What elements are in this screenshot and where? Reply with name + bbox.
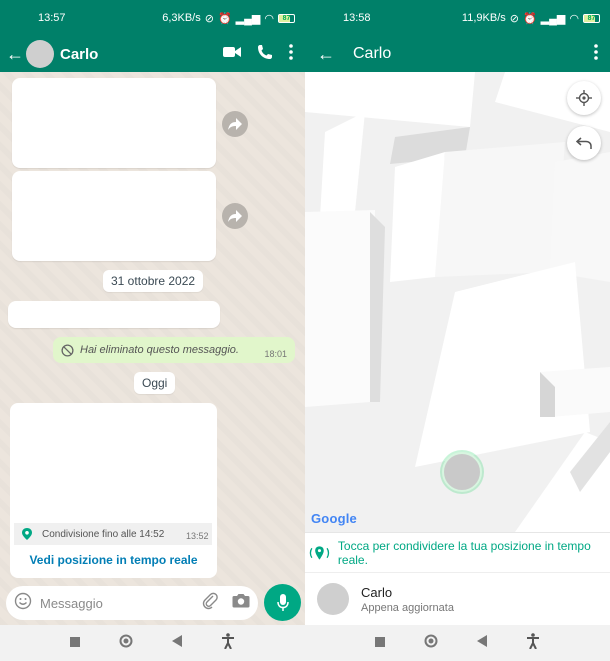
recents-button[interactable] [374,634,385,652]
battery-level: 87 [587,14,596,22]
system-nav-bar [0,625,305,661]
avatar [317,583,349,615]
system-nav-bar [305,625,610,661]
undo-icon [576,137,592,149]
location-pin-icon [22,528,32,540]
location-header: ← Carlo [305,36,610,72]
media-message[interactable] [12,78,216,168]
more-vert-icon[interactable] [594,43,598,65]
message-time: 18:01 [264,349,287,359]
battery-icon: 87 [278,13,295,23]
wifi-icon: ◠ [569,12,579,25]
network-speed: 6,3KB/s [162,12,201,24]
status-time: 13:58 [343,12,371,24]
my-location-button[interactable] [567,81,601,115]
status-bar: 13:57 6,3KB/s ⊘ ⏰ ▂▄▆ ◠ 87 [0,0,305,36]
back-arrow-icon[interactable]: ← [315,44,337,65]
live-location-screen: 13:58 11,9KB/s ⊘ ⏰ ▂▄▆ ◠ 87 ← Carlo Goog… [305,0,610,661]
phone-icon[interactable] [257,44,273,65]
accessibility-icon[interactable] [526,632,540,654]
live-map[interactable]: Google [305,72,610,532]
mic-button[interactable] [264,584,301,621]
deleted-message[interactable]: Hai eliminato questo messaggio. 18:01 [53,337,295,363]
battery-level: 87 [282,14,291,22]
live-location-message[interactable]: Condivisione fino alle 14:52 13:52 Vedi … [10,403,217,578]
message-input[interactable] [40,595,202,611]
date-chip: 31 ottobre 2022 [103,270,204,292]
undo-button[interactable] [567,126,601,160]
video-call-icon[interactable] [223,45,241,64]
recents-button[interactable] [69,634,80,652]
view-live-location-link[interactable]: Vedi posizione in tempo reale [10,553,217,567]
network-speed: 11,9KB/s [461,12,506,24]
home-button[interactable] [424,634,438,653]
contact-name-label: Carlo [361,584,393,600]
my-location-icon [576,90,592,106]
alarm-icon: ⏰ [522,12,537,25]
share-prompt-text: Tocca per condividere la tua posizione i… [337,538,591,567]
message-bubble[interactable] [8,301,220,328]
accessibility-icon[interactable] [221,632,235,654]
camera-icon[interactable] [232,593,250,613]
more-vert-icon[interactable] [289,43,293,65]
forward-icon[interactable] [222,203,248,229]
deleted-text: Hai eliminato questo messaggio. [80,344,239,356]
contact-name[interactable]: Carlo [60,46,98,63]
signal-icon: ▂▄▆ [235,12,261,25]
message-time: 13:52 [186,531,209,541]
share-location-bar[interactable]: Tocca per condividere la tua posizione i… [305,532,610,572]
back-button[interactable] [172,634,183,652]
contact-name: Carlo [353,45,392,62]
google-attribution: Google [311,511,357,526]
forward-icon[interactable] [222,111,248,137]
sharing-status: Condivisione fino alle 14:52 [14,523,212,545]
google-logo-text: Google [311,511,357,526]
avatar[interactable] [26,40,54,68]
attach-icon[interactable] [202,592,218,615]
contact-row[interactable]: Carlo Appena aggiornata [305,572,610,625]
back-button[interactable] [477,634,488,652]
wifi-icon: ◠ [264,12,274,25]
alarm-off-icon: ⊘ [204,12,214,25]
emoji-icon[interactable] [14,592,32,615]
alarm-off-icon: ⊘ [509,12,519,25]
date-chip: Oggi [134,372,176,394]
alarm-icon: ⏰ [217,12,232,25]
status-time: 13:57 [38,12,66,24]
update-status: Appena aggiornata [361,601,454,614]
contact-location-marker[interactable] [442,452,482,492]
live-location-icon [309,545,330,560]
status-icons: 11,9KB/s ⊘ ⏰ ▂▄▆ ◠ 87 [462,12,600,25]
mic-icon [276,593,289,611]
chat-screen: 13:57 6,3KB/s ⊘ ⏰ ▂▄▆ ◠ 87 ← Carlo 31 ot… [0,0,305,661]
signal-icon: ▂▄▆ [540,12,566,25]
battery-icon: 87 [583,13,600,23]
sharing-text: Condivisione fino alle 14:52 [42,528,165,540]
home-button[interactable] [119,634,133,653]
message-input-bar [6,586,258,620]
status-icons: 6,3KB/s ⊘ ⏰ ▂▄▆ ◠ 87 [162,12,295,25]
blocked-icon [61,343,74,357]
status-bar: 13:58 11,9KB/s ⊘ ⏰ ▂▄▆ ◠ 87 [305,0,610,36]
back-arrow-icon[interactable]: ← [4,44,26,65]
chat-header: ← Carlo [0,36,305,72]
media-message[interactable] [12,171,216,261]
